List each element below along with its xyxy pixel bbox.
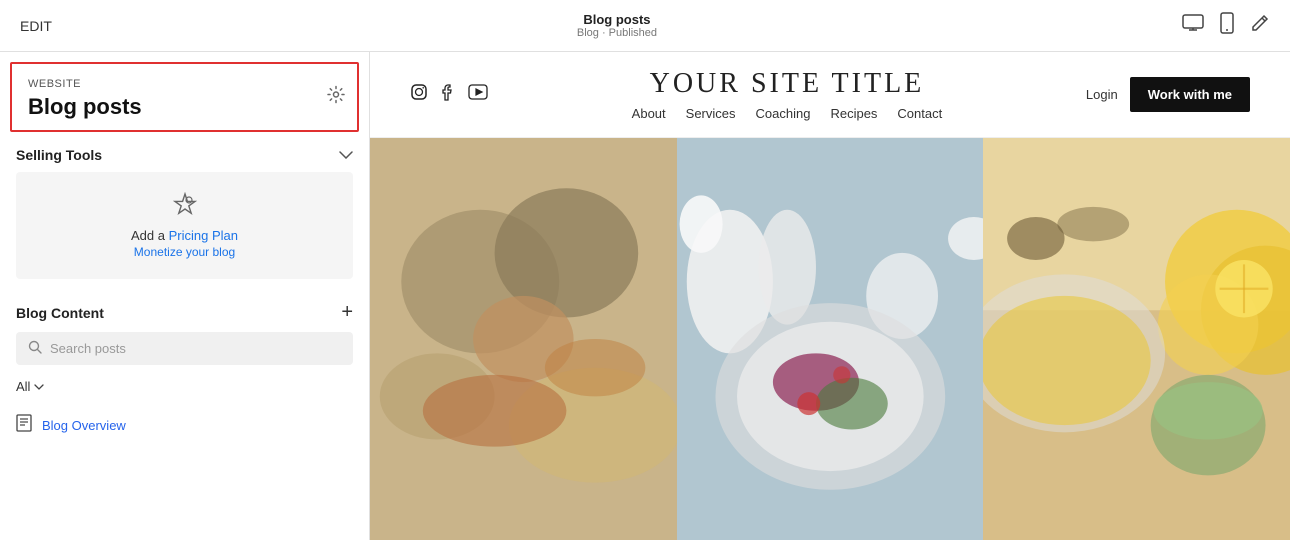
preview-pane: YOUR SITE TITLE About Services Coaching …: [370, 52, 1290, 540]
website-label: WEBSITE: [28, 78, 341, 90]
selling-tools-toggle[interactable]: [339, 146, 353, 164]
nav-services[interactable]: Services: [686, 106, 736, 121]
site-header-actions: Login Work with me: [1086, 77, 1250, 112]
paint-icon[interactable]: [1250, 13, 1270, 38]
pricing-plan-icon: [173, 192, 197, 222]
social-icons: [410, 83, 488, 106]
selling-tools-title: Selling Tools: [16, 147, 102, 163]
cta-button[interactable]: Work with me: [1130, 77, 1250, 112]
pricing-plan-text: Add a Pricing Plan: [131, 228, 238, 243]
instagram-icon[interactable]: [410, 83, 428, 106]
page-title: Blog posts: [577, 12, 657, 27]
search-bar[interactable]: Search posts: [16, 332, 353, 365]
filter-chevron-icon[interactable]: [34, 381, 44, 393]
blog-post-image-1[interactable]: [370, 138, 677, 540]
site-title-nav: YOUR SITE TITLE About Services Coaching …: [632, 68, 943, 121]
pricing-plan-card[interactable]: Add a Pricing Plan Monetize your blog: [16, 172, 353, 279]
page-subtitle: Blog · Published: [577, 27, 657, 39]
sidebar-page-header: WEBSITE Blog posts: [10, 62, 359, 132]
blog-post-image-2[interactable]: [677, 138, 984, 540]
filter-label[interactable]: All: [16, 379, 30, 394]
top-bar: EDIT Blog posts Blog · Published: [0, 0, 1290, 52]
search-placeholder: Search posts: [50, 341, 126, 356]
nav-contact[interactable]: Contact: [897, 106, 942, 121]
facebook-icon[interactable]: [440, 83, 456, 106]
search-icon: [28, 340, 42, 357]
page-info: Blog posts Blog · Published: [577, 12, 657, 39]
mobile-icon[interactable]: [1220, 12, 1234, 39]
site-header: YOUR SITE TITLE About Services Coaching …: [370, 52, 1290, 138]
blog-overview-icon: [16, 414, 32, 437]
blog-post-image-3[interactable]: [983, 138, 1290, 540]
site-nav: About Services Coaching Recipes Contact: [632, 106, 943, 121]
pricing-plan-highlight: Pricing Plan: [169, 228, 238, 243]
edit-button[interactable]: EDIT: [20, 18, 52, 34]
blog-overview-label: Blog Overview: [42, 418, 126, 433]
login-button[interactable]: Login: [1086, 87, 1118, 102]
site-title: YOUR SITE TITLE: [632, 68, 943, 100]
selling-tools-section: Selling Tools: [0, 132, 369, 172]
pricing-plan-subtext: Monetize your blog: [134, 245, 235, 259]
nav-about[interactable]: About: [632, 106, 666, 121]
blog-content-section: Blog Content +: [0, 291, 369, 332]
nav-coaching[interactable]: Coaching: [756, 106, 811, 121]
blog-overview-link[interactable]: Blog Overview: [0, 404, 369, 447]
add-blog-post-button[interactable]: +: [341, 301, 353, 324]
youtube-icon[interactable]: [468, 84, 488, 105]
settings-gear-icon[interactable]: [327, 86, 345, 109]
blog-content-title: Blog Content: [16, 305, 104, 321]
desktop-icon[interactable]: [1182, 14, 1204, 37]
sidebar: WEBSITE Blog posts Selling Tools: [0, 52, 370, 540]
nav-recipes[interactable]: Recipes: [830, 106, 877, 121]
blog-grid: [370, 138, 1290, 540]
main-layout: WEBSITE Blog posts Selling Tools: [0, 52, 1290, 540]
filter-row: All: [0, 375, 369, 404]
blog-posts-title: Blog posts: [28, 94, 341, 120]
view-controls: [1182, 12, 1270, 39]
